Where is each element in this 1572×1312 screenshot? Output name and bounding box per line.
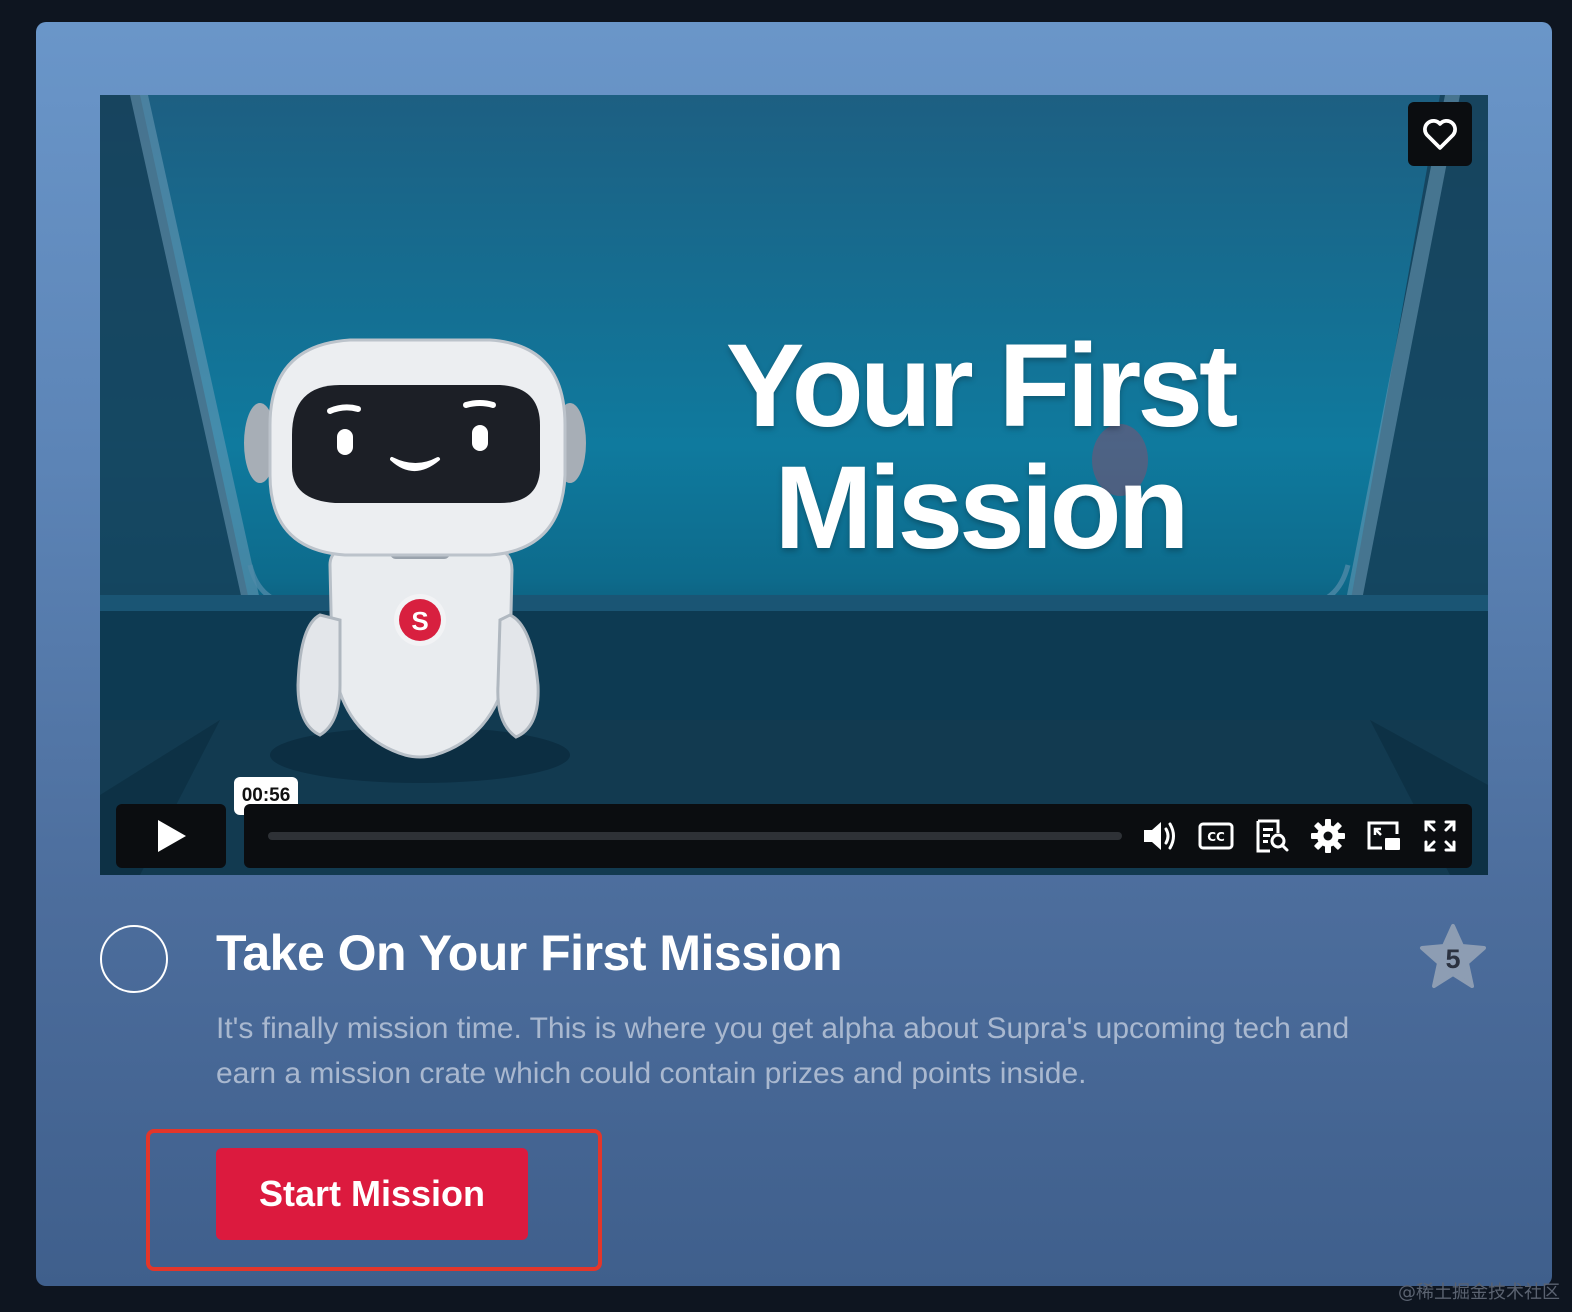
mission-description: It's finally mission time. This is where…	[216, 1012, 1350, 1090]
picture-in-picture-button[interactable]	[1364, 816, 1404, 856]
mission-title: Take On Your First Mission	[216, 925, 843, 981]
mission-complete-checkbox[interactable]	[100, 925, 168, 993]
video-overlay-title: Your First Mission	[725, 320, 1239, 574]
gear-icon	[1311, 819, 1345, 853]
settings-button[interactable]	[1308, 816, 1348, 856]
video-player[interactable]: S Your First Mission 00:56 CC	[100, 95, 1488, 875]
transcript-button[interactable]	[1252, 816, 1292, 856]
heart-icon	[1423, 119, 1457, 150]
robot-badge-text: S	[411, 606, 428, 636]
volume-button[interactable]	[1140, 816, 1180, 856]
points-badge: 5	[1418, 922, 1488, 992]
fullscreen-icon	[1424, 820, 1456, 852]
video-controls-bar: CC	[244, 804, 1472, 868]
start-mission-button[interactable]: Start Mission	[216, 1148, 528, 1240]
transcript-icon	[1256, 819, 1289, 853]
points-value: 5	[1445, 944, 1461, 974]
play-button[interactable]	[116, 804, 226, 868]
picture-in-picture-icon	[1367, 821, 1400, 850]
fullscreen-button[interactable]	[1420, 816, 1460, 856]
play-icon	[158, 820, 186, 852]
mission-card: S Your First Mission 00:56 CC Take On Yo…	[36, 22, 1552, 1286]
svg-text:CC: CC	[1207, 830, 1225, 844]
captions-button[interactable]: CC	[1196, 816, 1236, 856]
volume-icon	[1144, 822, 1175, 850]
captions-icon: CC	[1198, 822, 1234, 850]
seek-bar[interactable]	[268, 832, 1122, 840]
favorite-button[interactable]	[1408, 102, 1472, 166]
watermark: @稀土掘金技术社区	[1398, 1282, 1560, 1303]
